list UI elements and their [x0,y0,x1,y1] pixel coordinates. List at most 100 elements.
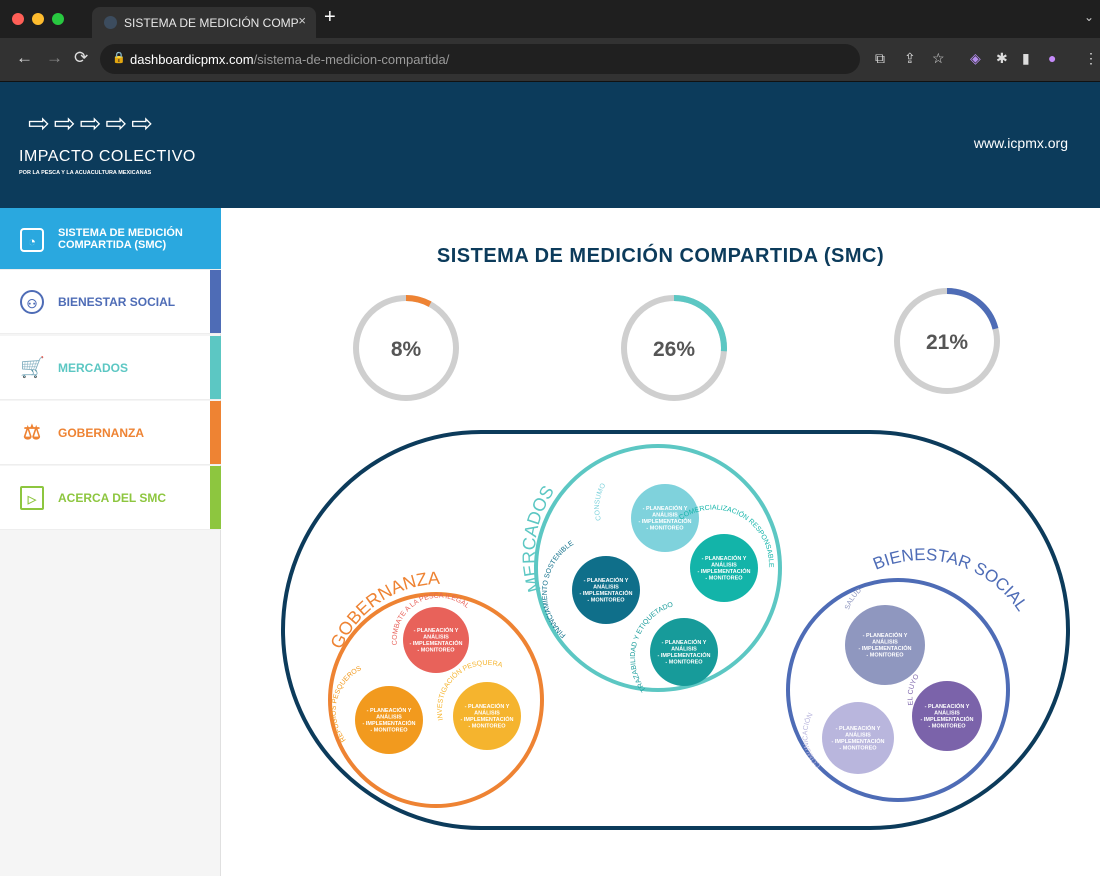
group-bienestar-social[interactable]: BIENESTAR SOCIAL SALUD EL CUYO COMUNICAC… [786,545,1031,802]
phase-line: - PLANEACIÓN Y [863,631,908,639]
phase-line: - IMPLEMENTACIÓN [858,644,911,652]
extension-shield-icon[interactable]: ◈ [970,50,981,67]
sidebar: ◔ SISTEMA DE MEDICIÓN COMPARTIDA (SMC) ⚇… [0,208,221,876]
phase-line: ANÁLISIS [652,512,678,519]
tab-title: SISTEMA DE MEDICIÓN COMP [124,15,299,30]
phase-line: ANÁLISIS [872,639,898,646]
profile-avatar-icon[interactable]: ● [1048,50,1056,66]
favicon-icon [104,16,117,29]
progress-gauges: 8% 26% 21% [353,288,1000,401]
phase-line: - MONITOREO [417,648,455,654]
zoom-window-button[interactable] [52,13,64,25]
phase-line: - PLANEACIÓN Y [643,504,688,512]
phase-line: - MONITOREO [468,724,506,730]
logo-subtitle: POR LA PESCA Y LA ACUACULTURA MEXICANAS [19,170,152,176]
sidebar-color-bar [210,270,221,333]
logo-arrows-icon: ⇨⇨⇨⇨⇨ [28,108,157,138]
gauge-value: 8% [391,338,422,361]
tab-search-chevron-icon[interactable]: ⌄ [1084,10,1094,24]
sidebar-item-bienestar-social[interactable]: ⚇ BIENESTAR SOCIAL [0,270,221,334]
phase-line: - PLANEACIÓN Y [925,702,970,710]
phase-line: - MONITOREO [839,746,877,752]
phase-line: ANÁLISIS [671,646,697,653]
gauge-value: 21% [926,331,968,354]
sidebar-item-label: SISTEMA DE MEDICIÓN COMPARTIDA (SMC) [58,226,183,251]
group-title: MERCADOS [519,482,558,594]
back-arrow-icon[interactable]: ← [16,48,33,68]
extensions-puzzle-icon[interactable]: ✱ [996,50,1008,67]
sidebar-item-label: ACERCA DEL SMC [58,490,167,505]
phase-line: - MONITOREO [665,660,703,666]
phase-line: - IMPLEMENTACIÓN [920,715,973,723]
gauge-bienestar[interactable]: 8% [353,295,459,401]
phase-line: - MONITOREO [705,576,743,582]
phase-line: - MONITOREO [646,526,684,532]
phase-line: ANÁLISIS [423,634,449,641]
phase-line: - IMPLEMENTACIÓN [409,639,462,647]
new-tab-button[interactable]: + [324,6,336,29]
phase-line: - MONITOREO [928,724,966,730]
phase-line: - IMPLEMENTACIÓN [362,719,415,727]
bookmark-star-icon[interactable]: ☆ [932,50,945,67]
fish-cart-icon: 🛒 [20,357,45,379]
translate-icon[interactable]: ⧉ [875,50,885,67]
site-header: ⇨⇨⇨⇨⇨ IMPACTO COLECTIVO POR LA PESCA Y L… [0,82,1100,208]
gauge-value: 26% [653,338,695,361]
people-group-icon: ⚇ [20,290,44,314]
sub-title: CONSUMO [594,482,608,521]
minimize-window-button[interactable] [32,13,44,25]
close-window-button[interactable] [12,13,24,25]
close-tab-icon[interactable]: × [298,13,306,28]
sidebar-item-smc[interactable]: ◔ SISTEMA DE MEDICIÓN COMPARTIDA (SMC) [0,208,221,270]
presentation-board-icon: ▷ [20,486,44,510]
sidebar-item-label: GOBERNANZA [58,425,144,440]
page-title: SISTEMA DE MEDICIÓN COMPARTIDA (SMC) [436,245,885,267]
sidebar-item-label: MERCADOS [58,360,129,375]
phase-line: - MONITOREO [866,653,904,659]
logo-title[interactable]: IMPACTO COLECTIVO [19,148,196,166]
phase-line: - IMPLEMENTACIÓN [460,715,513,723]
phase-line: - PLANEACIÓN Y [414,626,459,634]
sidebar-item-mercados[interactable]: 🛒 MERCADOS [0,336,221,400]
sidebar-item-acerca[interactable]: ▷ ACERCA DEL SMC [0,466,221,530]
share-icon[interactable]: ⇪ [904,50,916,67]
url-path: /sistema-de-medicion-compartida/ [253,51,450,67]
phase-line: - PLANEACIÓN Y [662,638,707,646]
phase-line: - IMPLEMENTACIÓN [697,567,750,575]
site-url-link[interactable]: www.icpmx.org [974,135,1068,151]
side-panel-icon[interactable]: ▮ [1022,50,1030,67]
phase-line: - MONITOREO [587,598,625,604]
url-host: dashboardicpmx.com [130,51,254,67]
phase-line: - PLANEACIÓN Y [836,724,881,732]
sidebar-item-label: BIENESTAR SOCIAL [58,294,176,309]
group-gobernanza[interactable]: GOBERNANZA COMBATE A LA PESCA ILEGAL REF… [326,568,544,808]
sub-title: FINANCIAMIENTO SOSTENIBLE [542,540,575,639]
forward-arrow-icon[interactable]: → [46,48,63,68]
gauge-gobernanza[interactable]: 21% [894,288,1000,394]
phase-line: - IMPLEMENTACIÓN [638,517,691,525]
reload-icon[interactable]: ⟳ [74,48,88,68]
phase-line: ANÁLISIS [474,710,500,717]
scales-icon: ⚖ [23,422,41,444]
browser-tab-bar: SISTEMA DE MEDICIÓN COMP × + ⌄ [0,0,1100,38]
phase-line: - IMPLEMENTACIÓN [657,651,710,659]
phase-line: - PLANEACIÓN Y [702,554,747,562]
monitor-chart-icon: ◔ [20,228,44,252]
phase-line: - PLANEACIÓN Y [584,576,629,584]
menu-kebab-icon[interactable]: ⋮ [1084,50,1098,67]
phase-line: - IMPLEMENTACIÓN [579,589,632,597]
phase-line: ANÁLISIS [593,584,619,591]
sub-title: COMUNICACIÓN [802,712,822,769]
sidebar-color-bar [210,336,221,399]
phase-line: - IMPLEMENTACIÓN [831,737,884,745]
sidebar-color-bar [210,466,221,529]
gauge-mercados[interactable]: 26% [621,295,727,401]
phase-line: ANÁLISIS [845,732,871,739]
phase-line: - MONITOREO [370,728,408,734]
sidebar-color-bar [210,401,221,464]
phase-line: ANÁLISIS [934,710,960,717]
smc-diagram: GOBERNANZA COMBATE A LA PESCA ILEGAL REF… [281,430,1070,830]
sidebar-item-gobernanza[interactable]: ⚖ GOBERNANZA [0,401,221,465]
address-bar[interactable]: 🔒 dashboardicpmx.com/sistema-de-medicion… [100,44,860,74]
browser-tab[interactable]: SISTEMA DE MEDICIÓN COMP × [92,7,316,38]
